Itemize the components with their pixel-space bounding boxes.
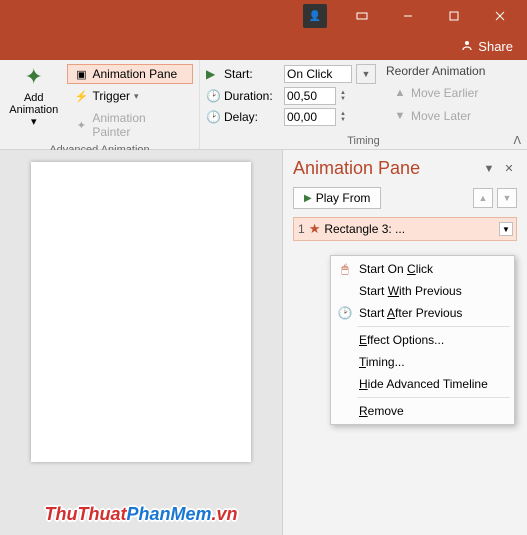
move-down-button[interactable]: ▼	[497, 188, 517, 208]
delay-row: 🕑 Delay: ▲▼	[206, 108, 376, 126]
animation-pane-button[interactable]: ▣ Animation Pane	[67, 64, 193, 84]
trigger-button[interactable]: ⚡ Trigger ▾	[67, 86, 193, 106]
start-select[interactable]	[284, 65, 352, 83]
pane-title: Animation Pane	[293, 158, 420, 179]
pane-options-button[interactable]: ▼	[481, 161, 497, 177]
menu-separator	[357, 326, 510, 327]
clock-icon: 🕑	[206, 89, 220, 103]
item-dropdown-button[interactable]: ▼	[499, 222, 513, 236]
painter-icon: ✦	[74, 118, 88, 132]
start-row: ▶ Start: ▼	[206, 64, 376, 84]
collapse-ribbon-button[interactable]: ᐱ	[513, 134, 521, 147]
user-avatar[interactable]: 👤	[303, 4, 327, 28]
share-label: Share	[478, 39, 513, 54]
reorder-label: Reorder Animation	[386, 64, 485, 78]
maximize-button[interactable]	[431, 0, 477, 32]
duration-row: 🕑 Duration: ▲▼	[206, 87, 376, 105]
menu-start-with-previous[interactable]: Start With Previous	[331, 280, 514, 302]
group-label-timing: Timing	[206, 133, 521, 149]
up-arrow-icon: ▲	[393, 86, 407, 100]
menu-start-after-previous[interactable]: 🕑 Start After Previous	[331, 302, 514, 324]
start-dropdown-arrow[interactable]: ▼	[356, 64, 376, 84]
ribbon-group-timing: ▶ Start: ▼ 🕑 Duration: ▲▼ 🕑 Delay: ▲▼	[200, 60, 527, 149]
item-label: Rectangle 3: ...	[324, 222, 405, 236]
down-arrow-icon: ▼	[393, 109, 407, 123]
share-button[interactable]: Share	[454, 37, 519, 56]
title-bar: 👤	[0, 0, 527, 32]
minimize-button[interactable]	[385, 0, 431, 32]
clock-icon: 🕑	[337, 306, 353, 320]
delay-input[interactable]	[284, 108, 336, 126]
duration-spinner[interactable]: ▲▼	[340, 90, 346, 102]
pane-close-button[interactable]: ✕	[501, 161, 517, 177]
animation-pane-icon: ▣	[74, 67, 88, 81]
animation-context-menu: 🖱 Start On Click Start With Previous 🕑 S…	[330, 255, 515, 425]
tab-bar: Share	[0, 32, 527, 60]
trigger-icon: ⚡	[74, 89, 88, 103]
close-button[interactable]	[477, 0, 523, 32]
watermark: ThuThuatPhanMem.vn	[44, 504, 237, 525]
delay-icon: 🕑	[206, 110, 220, 124]
share-icon	[460, 39, 474, 53]
menu-timing[interactable]: Timing...	[331, 351, 514, 373]
add-animation-icon: ✦	[25, 64, 43, 90]
menu-effect-options[interactable]: Effect Options...	[331, 329, 514, 351]
item-number: 1	[298, 222, 305, 236]
move-earlier-button: ▲ Move Earlier	[386, 83, 485, 103]
add-animation-button[interactable]: ✦ AddAnimation ▾	[6, 64, 61, 142]
entrance-star-icon: ★	[309, 221, 321, 237]
ribbon-group-advanced-animation: ✦ AddAnimation ▾ ▣ Animation Pane ⚡ Trig…	[0, 60, 200, 149]
menu-remove[interactable]: Remove	[331, 400, 514, 422]
play-icon: ▶	[304, 193, 312, 204]
mouse-click-icon: 🖱	[337, 262, 353, 277]
menu-separator	[357, 397, 510, 398]
move-up-button[interactable]: ▲	[473, 188, 493, 208]
move-later-button: ▼ Move Later	[386, 106, 485, 126]
animation-painter-button: ✦ Animation Painter	[67, 108, 193, 142]
delay-spinner[interactable]: ▲▼	[340, 111, 346, 123]
slide-canvas[interactable]	[31, 162, 251, 462]
duration-input[interactable]	[284, 87, 336, 105]
play-icon: ▶	[206, 67, 220, 81]
ribbon: ✦ AddAnimation ▾ ▣ Animation Pane ⚡ Trig…	[0, 60, 527, 150]
play-from-button[interactable]: ▶ Play From	[293, 187, 381, 209]
animation-list-item[interactable]: 1 ★ Rectangle 3: ... ▼	[293, 217, 517, 241]
menu-start-on-click[interactable]: 🖱 Start On Click	[331, 258, 514, 280]
slide-area[interactable]: ThuThuatPhanMem.vn	[0, 150, 282, 535]
ribbon-options-button[interactable]	[339, 0, 385, 32]
menu-hide-advanced-timeline[interactable]: Hide Advanced Timeline	[331, 373, 514, 395]
